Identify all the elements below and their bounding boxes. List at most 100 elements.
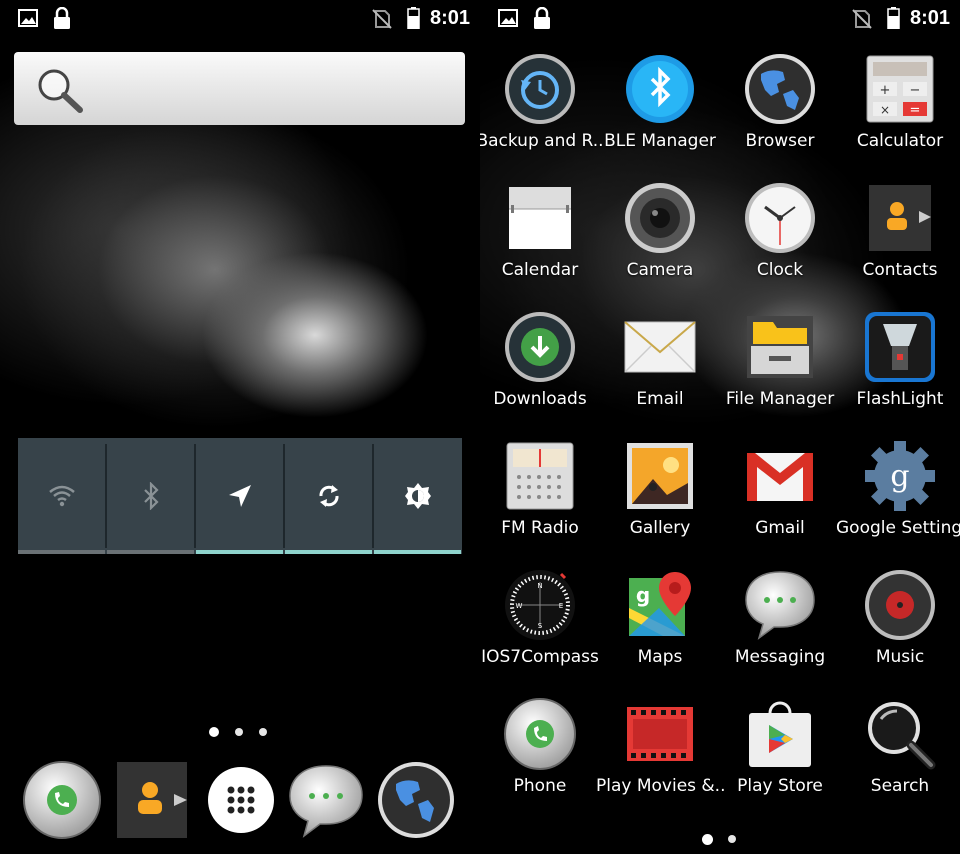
app-browser[interactable]: Browser: [720, 50, 840, 178]
play-store-icon: [749, 701, 811, 767]
phone-icon: [504, 698, 576, 770]
clock-time: 8:01: [910, 7, 951, 29]
app-label: Google Settings: [836, 518, 960, 538]
app-label: Clock: [756, 260, 804, 280]
battery-icon: [887, 7, 900, 29]
app-label: Browser: [745, 131, 815, 151]
app-label: Music: [875, 647, 925, 667]
app-fm-radio[interactable]: FM Radio: [480, 437, 600, 565]
bluetooth-state-bar: [107, 550, 194, 554]
app-label: FM Radio: [501, 518, 579, 538]
app-google-settings[interactable]: g Google Settings: [836, 437, 960, 565]
svg-text:S: S: [538, 622, 543, 630]
lock-icon: [54, 7, 70, 29]
wifi-icon: [49, 485, 75, 507]
app-camera[interactable]: Camera: [600, 179, 720, 307]
app-maps[interactable]: g Maps: [600, 566, 720, 694]
calendar-icon: [509, 187, 571, 249]
app-label: Messaging: [734, 647, 826, 667]
app-calendar[interactable]: Calendar: [480, 179, 600, 307]
app-play-movies[interactable]: Play Movies &..: [596, 695, 724, 823]
app-messaging[interactable]: Messaging: [720, 566, 840, 694]
clock-icon: [745, 183, 815, 253]
drawer-page-indicator: [702, 834, 742, 846]
svg-text:g: g: [890, 459, 909, 494]
bluetooth-toggle[interactable]: [107, 438, 194, 554]
image-icon: [18, 9, 38, 27]
dock-phone-icon[interactable]: [22, 760, 102, 840]
brightness-icon: [405, 483, 431, 509]
bluetooth-le-icon: [626, 55, 694, 123]
app-phone[interactable]: Phone: [480, 695, 600, 823]
dock-browser-icon[interactable]: [376, 760, 456, 840]
app-backup[interactable]: Backup and R..: [480, 50, 604, 178]
app-contacts[interactable]: Contacts: [840, 179, 960, 307]
app-label: Phone: [513, 776, 567, 796]
app-label: Contacts: [862, 260, 938, 280]
compass-icon: N S W E: [505, 570, 575, 640]
clock-time: 8:01: [430, 7, 471, 29]
app-clock[interactable]: Clock: [720, 179, 840, 307]
app-label: Downloads: [493, 389, 587, 409]
quick-settings-widget: [18, 438, 462, 554]
no-sim-icon: [852, 9, 872, 29]
app-calculator[interactable]: + − × = Calculator: [840, 50, 960, 178]
app-ios7compass[interactable]: N S W E IOS7Compass: [480, 566, 600, 694]
app-flashlight[interactable]: FlashLight: [840, 308, 960, 436]
svg-text:E: E: [559, 602, 563, 610]
location-toggle[interactable]: [196, 438, 283, 554]
wallpaper: [0, 0, 480, 854]
wifi-toggle[interactable]: [18, 438, 105, 554]
app-email[interactable]: Email: [600, 308, 720, 436]
app-label: FlashLight: [856, 389, 944, 409]
app-label: Maps: [637, 647, 683, 667]
page-dot: [259, 728, 267, 736]
svg-text:+: +: [880, 83, 891, 98]
sync-toggle[interactable]: [285, 438, 372, 554]
app-gmail[interactable]: Gmail: [720, 437, 840, 565]
svg-text:−: −: [910, 83, 921, 98]
backup-icon: [505, 54, 575, 124]
app-gallery[interactable]: Gallery: [600, 437, 720, 565]
photo-icon: [627, 443, 693, 509]
sync-icon: [319, 485, 339, 507]
app-play-store[interactable]: Play Store: [720, 695, 840, 823]
app-downloads[interactable]: Downloads: [480, 308, 600, 436]
app-label: Play Store: [737, 776, 823, 796]
magnifier-icon: [868, 702, 936, 770]
page-dot-active: [209, 727, 219, 737]
app-file-manager[interactable]: File Manager: [720, 308, 840, 436]
app-label: File Manager: [725, 389, 835, 409]
wifi-state-bar: [18, 550, 105, 554]
dock-messaging-icon[interactable]: [286, 760, 366, 840]
page-dot-active: [702, 834, 713, 845]
app-ble-manager[interactable]: BLE Manager: [600, 50, 720, 178]
svg-text:g: g: [636, 583, 650, 607]
app-search[interactable]: Search: [840, 695, 960, 823]
app-label: Search: [870, 776, 930, 796]
dock-contacts-icon[interactable]: [112, 760, 192, 840]
radio-icon: [506, 442, 574, 510]
contacts-icon: [869, 185, 931, 251]
search-widget[interactable]: [14, 52, 465, 125]
brightness-toggle[interactable]: [374, 438, 461, 554]
location-icon: [229, 485, 251, 507]
camera-icon: [625, 183, 695, 253]
battery-icon: [407, 7, 420, 29]
lock-icon: [534, 7, 550, 29]
app-label: IOS7Compass: [481, 647, 599, 667]
no-sim-icon: [372, 9, 392, 29]
svg-text:N: N: [537, 582, 542, 590]
app-drawer-screen: 8:01 Backup and R.. BLE Manager Browser …: [480, 0, 960, 854]
sync-state-bar: [285, 550, 372, 554]
svg-text:×: ×: [880, 103, 890, 117]
music-disc-icon: [865, 570, 935, 640]
page-dot: [235, 728, 243, 736]
speech-bubble-icon: [745, 571, 815, 640]
app-music[interactable]: Music: [840, 566, 960, 694]
all-apps-icon[interactable]: [201, 760, 281, 840]
bluetooth-icon: [144, 482, 159, 510]
svg-text:=: =: [910, 103, 921, 118]
calculator-icon: + − × =: [866, 55, 934, 123]
envelope-icon: [624, 321, 696, 373]
